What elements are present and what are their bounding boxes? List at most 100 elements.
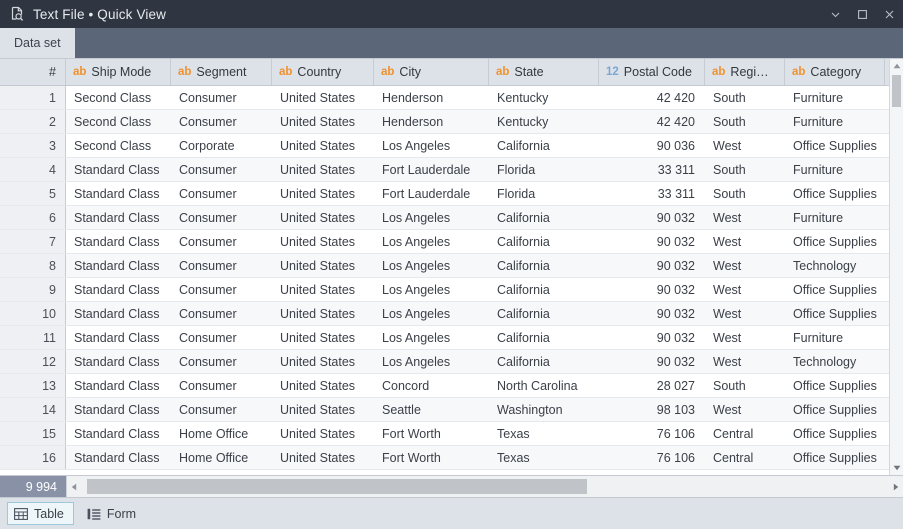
cell-postal-code[interactable]: 76 106	[599, 446, 705, 469]
cell-category[interactable]: Office Supplies	[785, 230, 885, 253]
cell-city[interactable]: Los Angeles	[374, 206, 489, 229]
cell-category[interactable]: Office Supplies	[785, 446, 885, 469]
cell-segment[interactable]: Consumer	[171, 302, 272, 325]
column-header-ship-mode[interactable]: ab Ship Mode	[66, 59, 171, 85]
cell-region[interactable]: West	[705, 302, 785, 325]
row-number-cell[interactable]: 12	[0, 350, 66, 373]
cell-category[interactable]: Furniture	[785, 86, 885, 109]
cell-category[interactable]: Furniture	[785, 110, 885, 133]
cell-segment[interactable]: Consumer	[171, 254, 272, 277]
cell-state[interactable]: California	[489, 206, 599, 229]
row-number-cell[interactable]: 13	[0, 374, 66, 397]
scroll-up-icon[interactable]	[890, 59, 903, 73]
cell-category[interactable]: Technology	[785, 350, 885, 373]
column-header-postal-code[interactable]: 12 Postal Code	[599, 59, 705, 85]
cell-postal-code[interactable]: 98 103	[599, 398, 705, 421]
row-number-cell[interactable]: 4	[0, 158, 66, 181]
cell-country[interactable]: United States	[272, 230, 374, 253]
cell-postal-code[interactable]: 90 032	[599, 350, 705, 373]
cell-country[interactable]: United States	[272, 110, 374, 133]
cell-city[interactable]: Los Angeles	[374, 134, 489, 157]
cell-country[interactable]: United States	[272, 254, 374, 277]
cell-ship-mode[interactable]: Standard Class	[66, 302, 171, 325]
cell-region[interactable]: West	[705, 254, 785, 277]
row-number-cell[interactable]: 7	[0, 230, 66, 253]
cell-region[interactable]: West	[705, 230, 785, 253]
cell-city[interactable]: Fort Lauderdale	[374, 158, 489, 181]
cell-segment[interactable]: Corporate	[171, 134, 272, 157]
cell-ship-mode[interactable]: Standard Class	[66, 230, 171, 253]
cell-category[interactable]: Office Supplies	[785, 422, 885, 445]
cell-postal-code[interactable]: 90 032	[599, 254, 705, 277]
cell-region[interactable]: West	[705, 326, 785, 349]
cell-region[interactable]: West	[705, 134, 785, 157]
cell-category[interactable]: Office Supplies	[785, 182, 885, 205]
cell-ship-mode[interactable]: Standard Class	[66, 182, 171, 205]
view-mode-table-button[interactable]: Table	[7, 502, 74, 525]
cell-country[interactable]: United States	[272, 422, 374, 445]
cell-segment[interactable]: Consumer	[171, 182, 272, 205]
cell-country[interactable]: United States	[272, 278, 374, 301]
cell-segment[interactable]: Home Office	[171, 446, 272, 469]
cell-category[interactable]: Office Supplies	[785, 302, 885, 325]
cell-country[interactable]: United States	[272, 374, 374, 397]
cell-state[interactable]: California	[489, 350, 599, 373]
cell-state[interactable]: Kentucky	[489, 86, 599, 109]
cell-region[interactable]: West	[705, 350, 785, 373]
cell-state[interactable]: Florida	[489, 182, 599, 205]
row-number-cell[interactable]: 9	[0, 278, 66, 301]
cell-city[interactable]: Fort Worth	[374, 446, 489, 469]
cell-ship-mode[interactable]: Standard Class	[66, 158, 171, 181]
scroll-down-icon[interactable]	[890, 461, 903, 475]
view-mode-form-button[interactable]: Form	[80, 502, 146, 525]
column-header-city[interactable]: ab City	[374, 59, 489, 85]
cell-category[interactable]: Office Supplies	[785, 278, 885, 301]
cell-region[interactable]: South	[705, 182, 785, 205]
cell-segment[interactable]: Consumer	[171, 158, 272, 181]
vertical-scrollbar[interactable]	[889, 59, 903, 475]
row-number-cell[interactable]: 14	[0, 398, 66, 421]
column-header-category[interactable]: ab Category	[785, 59, 885, 85]
maximize-button[interactable]	[849, 0, 876, 28]
cell-category[interactable]: Furniture	[785, 158, 885, 181]
close-button[interactable]	[876, 0, 903, 28]
cell-country[interactable]: United States	[272, 326, 374, 349]
table-row[interactable]: 3 Second Class Corporate United States Los A…	[0, 134, 903, 158]
cell-category[interactable]: Furniture	[785, 206, 885, 229]
cell-segment[interactable]: Consumer	[171, 398, 272, 421]
table-row[interactable]: 2 Second Class Consumer United States Hender…	[0, 110, 903, 134]
cell-state[interactable]: Washington	[489, 398, 599, 421]
cell-postal-code[interactable]: 90 032	[599, 230, 705, 253]
cell-ship-mode[interactable]: Standard Class	[66, 446, 171, 469]
cell-ship-mode[interactable]: Standard Class	[66, 398, 171, 421]
horizontal-scroll-track[interactable]	[81, 476, 889, 497]
cell-state[interactable]: California	[489, 302, 599, 325]
row-number-cell[interactable]: 8	[0, 254, 66, 277]
table-row[interactable]: 8 Standard Class Consumer United States Los …	[0, 254, 903, 278]
cell-ship-mode[interactable]: Standard Class	[66, 374, 171, 397]
row-number-cell[interactable]: 11	[0, 326, 66, 349]
cell-postal-code[interactable]: 90 032	[599, 278, 705, 301]
cell-city[interactable]: Los Angeles	[374, 302, 489, 325]
cell-region[interactable]: South	[705, 110, 785, 133]
cell-ship-mode[interactable]: Standard Class	[66, 350, 171, 373]
cell-city[interactable]: Los Angeles	[374, 230, 489, 253]
cell-state[interactable]: California	[489, 134, 599, 157]
cell-segment[interactable]: Consumer	[171, 110, 272, 133]
table-row[interactable]: 14 Standard Class Consumer United States Sea…	[0, 398, 903, 422]
cell-segment[interactable]: Consumer	[171, 278, 272, 301]
minimize-button[interactable]	[822, 0, 849, 28]
cell-city[interactable]: Henderson	[374, 110, 489, 133]
cell-state[interactable]: Texas	[489, 422, 599, 445]
cell-segment[interactable]: Consumer	[171, 374, 272, 397]
cell-state[interactable]: North Carolina	[489, 374, 599, 397]
row-number-cell[interactable]: 5	[0, 182, 66, 205]
scroll-left-icon[interactable]	[67, 483, 81, 491]
column-header-region[interactable]: ab Regi…	[705, 59, 785, 85]
cell-country[interactable]: United States	[272, 446, 374, 469]
column-header-country[interactable]: ab Country	[272, 59, 374, 85]
row-number-cell[interactable]: 6	[0, 206, 66, 229]
cell-city[interactable]: Los Angeles	[374, 350, 489, 373]
cell-region[interactable]: South	[705, 158, 785, 181]
cell-postal-code[interactable]: 28 027	[599, 374, 705, 397]
